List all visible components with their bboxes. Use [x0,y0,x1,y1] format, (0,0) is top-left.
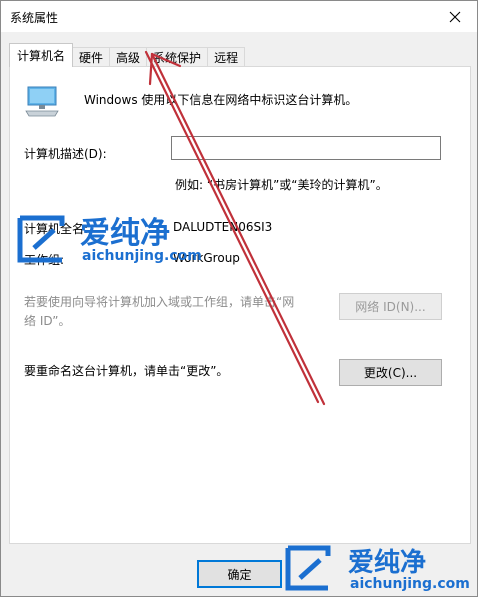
info-text: Windows 使用以下信息在网络中标识这台计算机。 [84,93,358,107]
watermark-mid: 爱纯净 aichunjing.com [14,208,244,270]
watermark-logo-icon [17,215,65,263]
watermark-corner-logo-icon [285,545,331,591]
close-icon [449,11,461,22]
tab-remote[interactable]: 远程 [207,47,246,67]
description-input[interactable] [171,136,441,160]
rename-text: 要重命名这台计算机，请单击“更改”。 [24,364,229,378]
computer-name-panel: Windows 使用以下信息在网络中标识这台计算机。 计算机描述(D): 例如:… [9,66,471,544]
window-title: 系统属性 [10,11,59,25]
network-id-hint: 若要使用向导将计算机加入域或工作组，请单击“网络 ID”。 [24,295,295,328]
tab-hardware[interactable]: 硬件 [72,47,111,67]
change-button[interactable]: 更改(C)... [339,359,442,386]
system-properties-dialog: 系统属性 计算机名 硬件 高级 系统保护 远程 Windows 使用以下信息在网… [0,0,478,597]
ok-button[interactable]: 确定 [197,560,282,588]
watermark-corner-brand: 爱纯净 [348,548,427,578]
watermark-brand: 爱纯净 [80,216,170,251]
close-button[interactable] [433,1,477,32]
tab-computer-name[interactable]: 计算机名 [9,43,74,67]
watermark-corner: 爱纯净 aichunjing.com [282,540,476,596]
watermark-url: aichunjing.com [82,248,202,264]
tab-strip: 计算机名 硬件 高级 系统保护 远程 [9,43,246,67]
watermark-corner-url: aichunjing.com [350,576,470,592]
tab-system-protection[interactable]: 系统保护 [146,47,209,67]
description-example: 例如: “书房计算机”或“美玲的计算机”。 [175,178,388,192]
tab-advanced[interactable]: 高级 [109,47,148,67]
network-id-button[interactable]: 网络 ID(N)... [339,293,442,320]
computer-icon [25,86,59,117]
description-label: 计算机描述(D): [24,147,107,161]
title-bar: 系统属性 [1,1,477,32]
